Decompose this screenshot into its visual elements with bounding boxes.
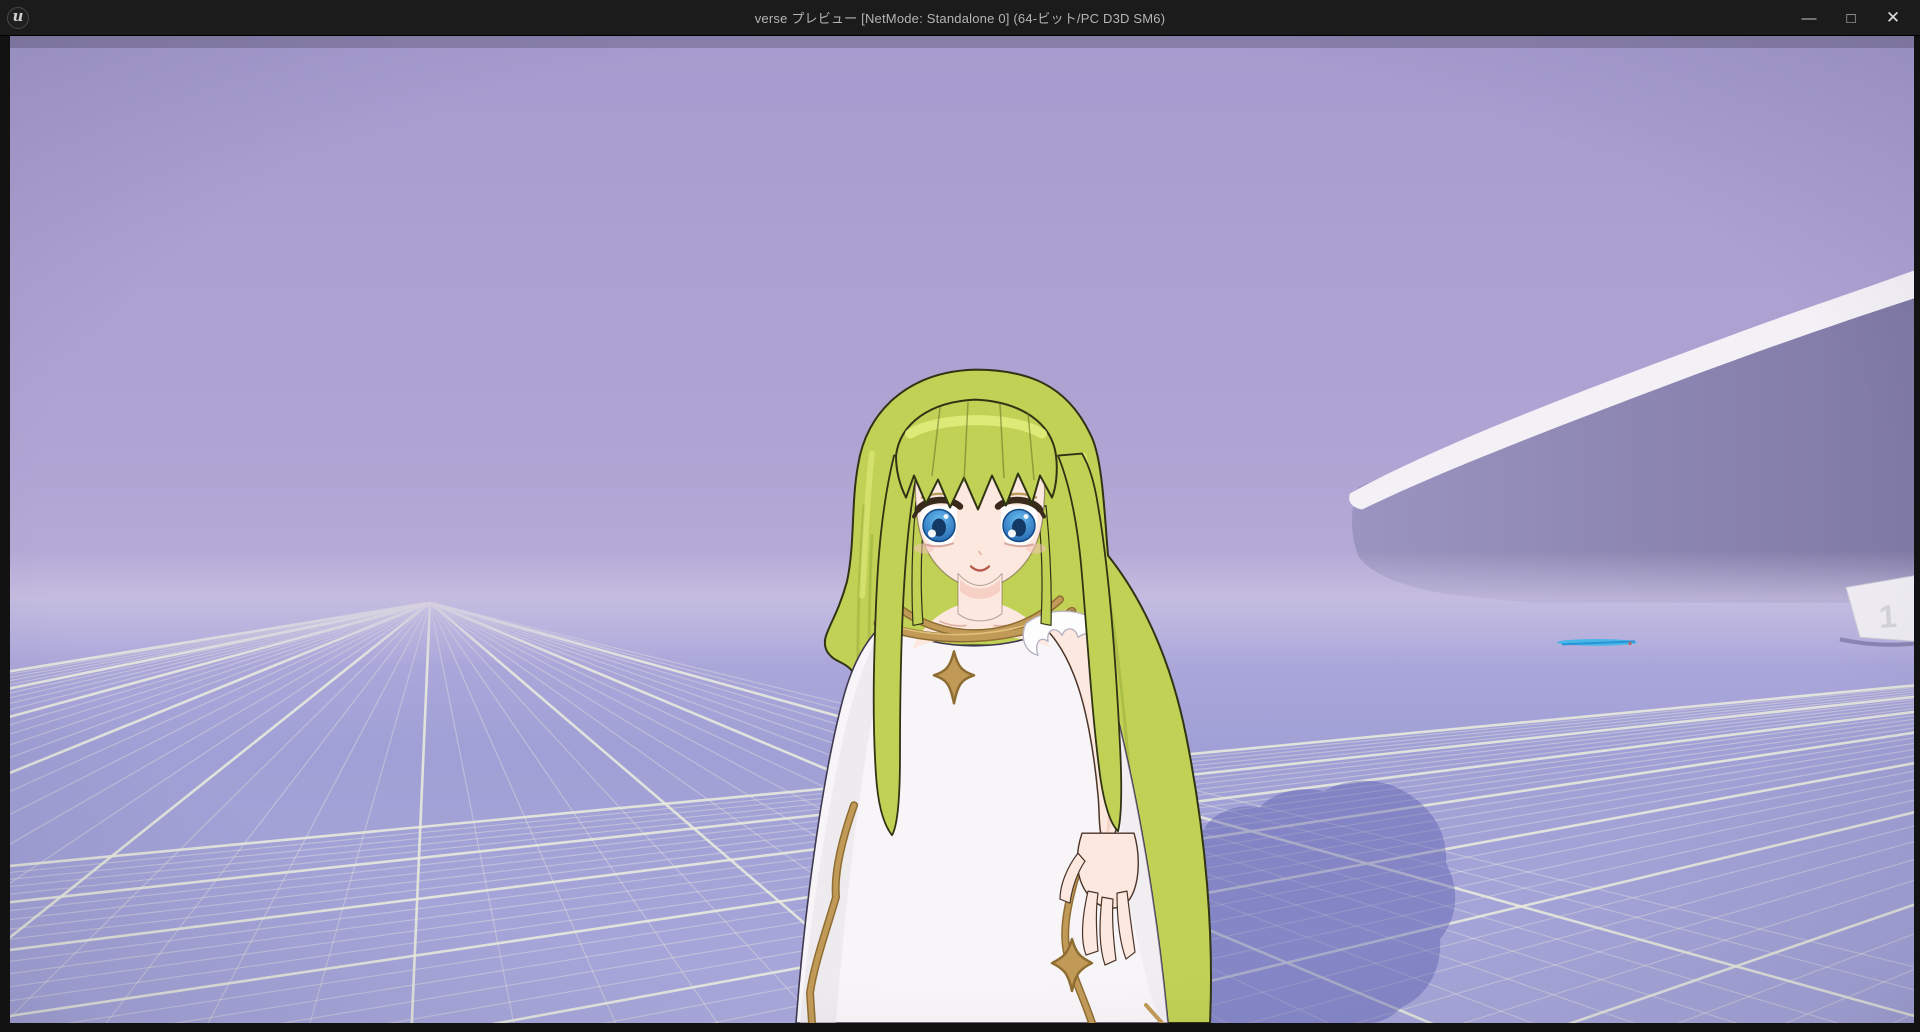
- game-viewport[interactable]: 1: [10, 36, 1914, 1023]
- window-controls: — □ ✕: [1788, 0, 1914, 36]
- maximize-button[interactable]: □: [1830, 0, 1872, 36]
- top-shade: [10, 36, 1914, 48]
- minimize-button[interactable]: —: [1788, 0, 1830, 36]
- scene-canvas: 1: [10, 36, 1914, 1023]
- close-button[interactable]: ✕: [1872, 0, 1914, 36]
- unreal-preview-window: u verse プレビュー [NetMode: Standalone 0] (6…: [0, 0, 1920, 1032]
- window-title: verse プレビュー [NetMode: Standalone 0] (64-…: [0, 8, 1920, 27]
- title-bar: u verse プレビュー [NetMode: Standalone 0] (6…: [0, 0, 1920, 36]
- unreal-logo-glyph: u: [13, 9, 24, 24]
- vignette: [10, 36, 1914, 1023]
- unreal-engine-logo-icon: u: [7, 7, 29, 29]
